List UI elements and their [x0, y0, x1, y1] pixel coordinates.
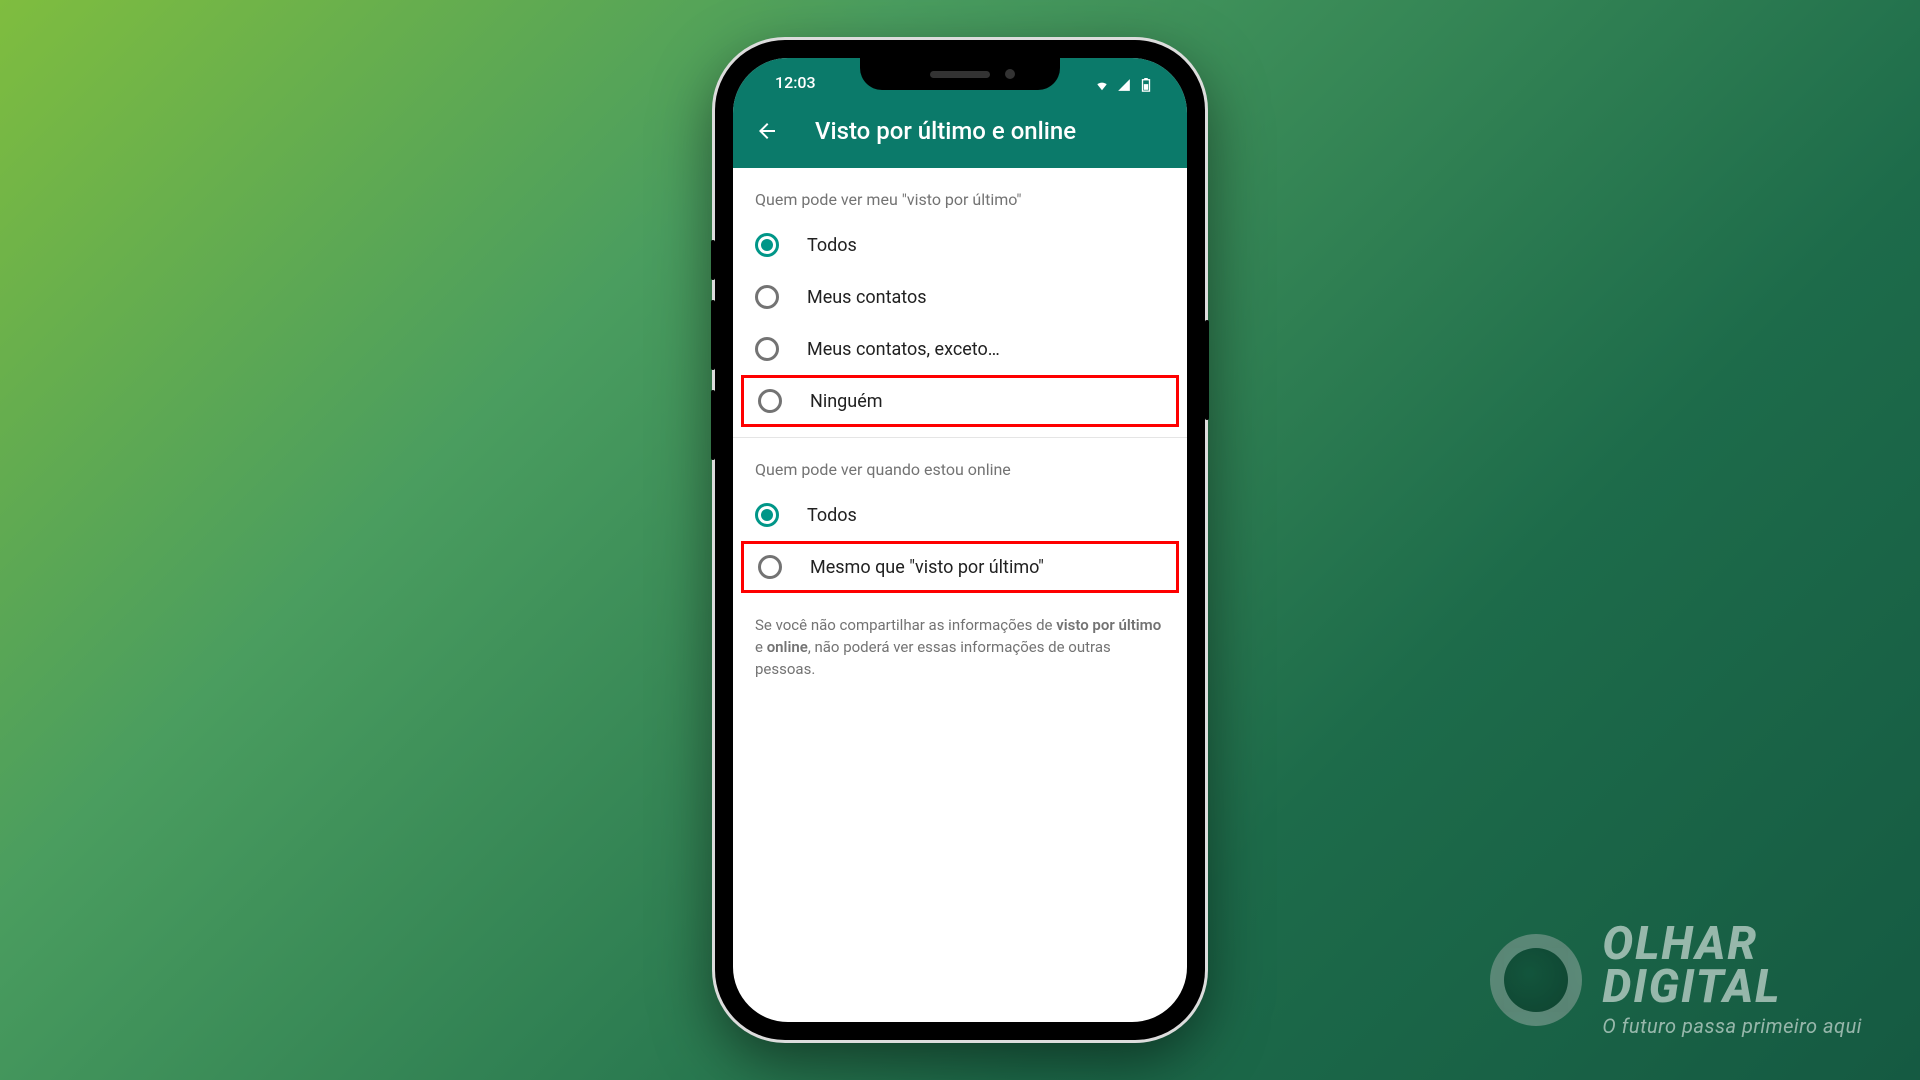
brand-orb-icon	[1490, 934, 1582, 1026]
phone-notch	[860, 58, 1060, 90]
phone-mute-switch	[711, 240, 715, 280]
section-title-online: Quem pode ver quando estou online	[733, 438, 1187, 489]
radio-label: Meus contatos	[807, 287, 927, 308]
radio-online-everyone[interactable]: Todos	[733, 489, 1187, 541]
page-title: Visto por último e online	[815, 117, 1076, 145]
brand-name-2: DIGITAL	[1602, 966, 1862, 1010]
battery-icon	[1137, 78, 1155, 92]
radio-label: Ninguém	[810, 391, 883, 412]
radio-icon	[755, 285, 779, 309]
status-icons	[1093, 78, 1159, 92]
phone-volume-down	[711, 390, 715, 460]
radio-last-seen-everyone[interactable]: Todos	[733, 219, 1187, 271]
phone-screen: 12:03 Visto por último e online Quem pod…	[733, 58, 1187, 1022]
radio-icon	[755, 503, 779, 527]
radio-icon	[758, 555, 782, 579]
status-time: 12:03	[761, 73, 816, 92]
radio-icon	[755, 233, 779, 257]
radio-icon	[755, 337, 779, 361]
radio-label: Todos	[807, 505, 857, 526]
radio-last-seen-contacts-except[interactable]: Meus contatos, exceto…	[733, 323, 1187, 375]
brand-watermark: OLHAR DIGITAL O futuro passa primeiro aq…	[1490, 923, 1862, 1038]
radio-last-seen-contacts[interactable]: Meus contatos	[733, 271, 1187, 323]
section-title-last-seen: Quem pode ver meu "visto por último"	[733, 168, 1187, 219]
wifi-icon	[1093, 78, 1111, 92]
content-area: Quem pode ver meu "visto por último" Tod…	[733, 168, 1187, 690]
brand-tagline: O futuro passa primeiro aqui	[1602, 1014, 1862, 1038]
radio-label: Todos	[807, 235, 857, 256]
back-icon[interactable]	[755, 119, 779, 143]
radio-last-seen-nobody[interactable]: Ninguém	[741, 375, 1179, 427]
radio-label: Meus contatos, exceto…	[807, 339, 1000, 360]
help-text: Se você não compartilhar as informações …	[733, 593, 1187, 690]
signal-icon	[1115, 78, 1133, 92]
radio-online-same-as-last-seen[interactable]: Mesmo que "visto por último"	[741, 541, 1179, 593]
radio-label: Mesmo que "visto por último"	[810, 557, 1044, 578]
phone-volume-up	[711, 300, 715, 370]
radio-icon	[758, 389, 782, 413]
phone-power-button	[1205, 320, 1209, 420]
phone-frame: 12:03 Visto por último e online Quem pod…	[715, 40, 1205, 1040]
app-bar: Visto por último e online	[733, 94, 1187, 168]
